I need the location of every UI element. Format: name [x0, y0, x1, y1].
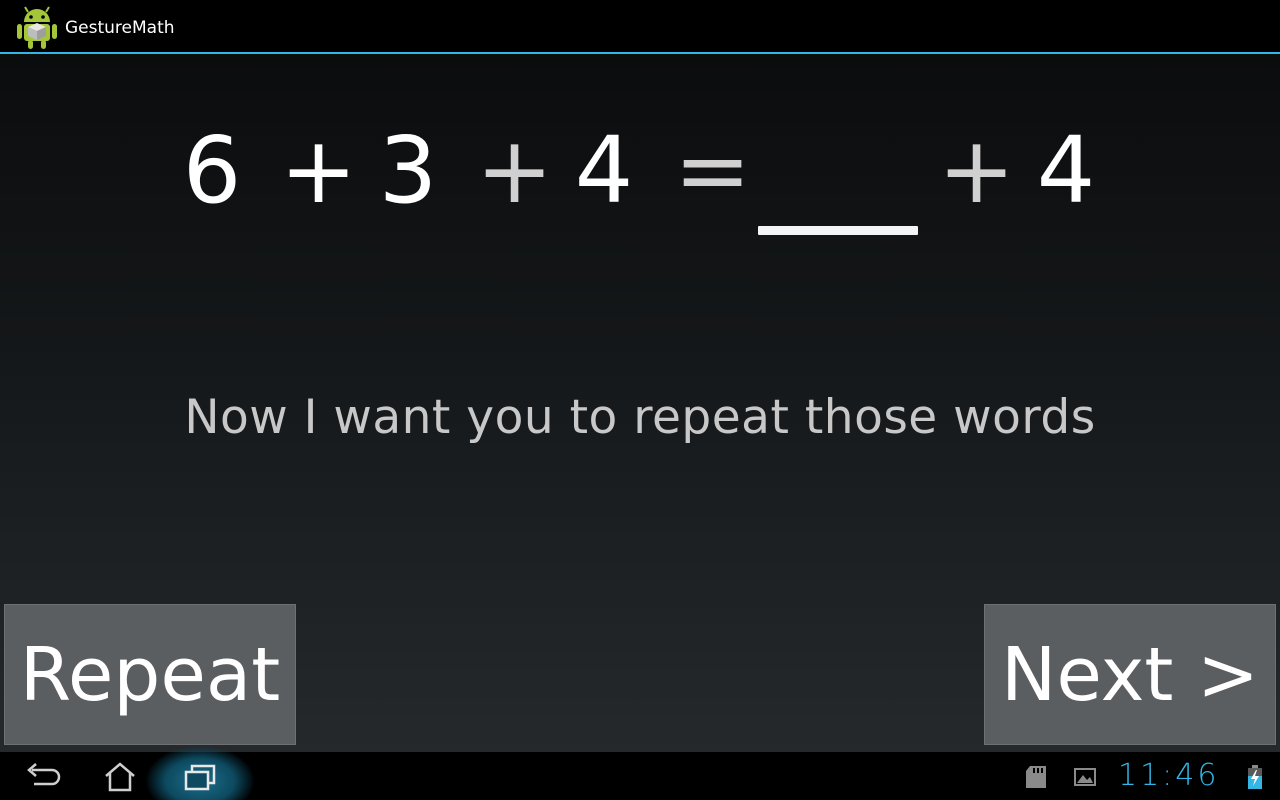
equation-number: 6 [182, 117, 242, 224]
recent-apps-icon[interactable] [176, 758, 224, 794]
app-title: GestureMath [65, 18, 175, 38]
answer-blank[interactable] [758, 226, 918, 235]
repeat-button[interactable]: Repeat [4, 604, 296, 745]
plus-operator: + [938, 117, 1016, 224]
instruction-text: Now I want you to repeat those words [184, 390, 1096, 445]
main-content: 6 + 3 + 4 = + 4 Now I want you to repeat… [0, 54, 1280, 752]
system-nav-bar: 11:46 [0, 746, 1280, 800]
status-clock: 11:46 [1118, 758, 1220, 793]
sd-card-icon [1026, 766, 1046, 788]
plus-operator: + [476, 117, 554, 224]
next-button[interactable]: Next > [984, 604, 1276, 745]
equals-operator: = [674, 117, 752, 224]
image-icon [1074, 768, 1096, 786]
equation-number: 3 [378, 117, 438, 224]
plus-operator: + [280, 117, 358, 224]
action-bar: GestureMath [0, 0, 1280, 54]
battery-charging-icon [1248, 765, 1262, 789]
app-screen: GestureMath 6 + 3 + 4 = + 4 Now I want y… [0, 0, 1280, 800]
equation: 6 + 3 + 4 = + 4 [0, 54, 1280, 254]
equation-number: 4 [1036, 117, 1096, 224]
home-icon[interactable] [96, 758, 144, 794]
android-robot-icon [17, 6, 57, 49]
back-icon[interactable] [16, 758, 64, 794]
equation-number: 4 [574, 117, 634, 224]
